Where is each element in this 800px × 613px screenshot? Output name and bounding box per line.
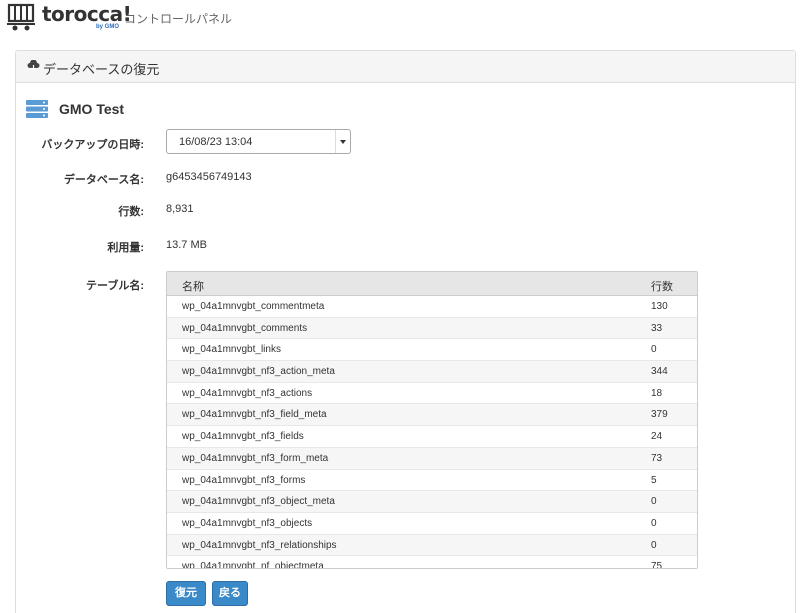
column-header-count: 行数 bbox=[651, 281, 673, 293]
table-count-cell: 75 bbox=[651, 561, 663, 569]
table-row: wp_04a1mnvgbt_comments 33 bbox=[167, 317, 697, 340]
table-count-cell: 24 bbox=[651, 431, 663, 443]
minecart-logo-icon bbox=[7, 3, 35, 31]
table-count-cell: 0 bbox=[651, 539, 657, 551]
usage-label: 利用量: bbox=[107, 242, 144, 254]
table-row: wp_04a1mnvgbt_nf3_object_meta 0 bbox=[167, 491, 697, 513]
table-count-cell: 379 bbox=[651, 409, 668, 421]
table-name-cell: wp_04a1mnvgbt_nf3_objects bbox=[182, 517, 313, 529]
select-arrow-button[interactable] bbox=[335, 130, 350, 153]
table-row: wp_04a1mnvgbt_nf3_fields 24 bbox=[167, 426, 697, 448]
table-row: wp_04a1mnvgbt_nf3_actions 18 bbox=[167, 383, 697, 405]
restore-panel: データベースの復元 GMO Test バックアップの日時: 16/08/23 1… bbox=[15, 50, 796, 613]
usage-value: 13.7 MB bbox=[166, 239, 207, 251]
restore-button[interactable]: 復元 bbox=[166, 581, 206, 606]
table-name-cell: wp_04a1mnvgbt_nf3_forms bbox=[182, 474, 306, 486]
table-name-label: テーブル名: bbox=[85, 280, 144, 292]
table-row: wp_04a1mnvgbt_nf3_relationships 0 bbox=[167, 534, 697, 557]
table-count-cell: 130 bbox=[651, 301, 668, 312]
table-count-cell: 0 bbox=[651, 517, 657, 529]
table-header: 名称 行数 bbox=[167, 272, 697, 296]
table-count-cell: 18 bbox=[651, 387, 663, 399]
column-header-name: 名称 bbox=[182, 281, 204, 293]
table-count-cell: 73 bbox=[651, 452, 663, 464]
row-count-label: 行数: bbox=[118, 206, 144, 218]
table-row: wp_04a1mnvgbt_nf3_form_meta 73 bbox=[167, 447, 697, 470]
table-name-cell: wp_04a1mnvgbt_nf3_form_meta bbox=[182, 452, 329, 464]
table-name-cell: wp_04a1mnvgbt_nf3_actions bbox=[182, 387, 313, 399]
table-row: wp_04a1mnvgbt_nf3_action_meta 344 bbox=[167, 361, 697, 383]
table-name-cell: wp_04a1mnvgbt_commentmeta bbox=[182, 301, 325, 312]
chevron-down-icon bbox=[340, 140, 346, 144]
table-count-cell: 0 bbox=[651, 496, 657, 508]
panel-header: データベースの復元 bbox=[16, 51, 795, 83]
table-count-cell: 5 bbox=[651, 474, 657, 486]
tables-table[interactable]: 名称 行数 wp_04a1mnvgbt_commentmeta 130 wp_04… bbox=[166, 271, 698, 569]
table-row: wp_04a1mnvgbt_nf3_forms 5 bbox=[167, 470, 697, 492]
table-row: wp_04a1mnvgbt_nf3_objects 0 bbox=[167, 513, 697, 535]
backup-date-value: 16/08/23 13:04 bbox=[179, 136, 253, 148]
table-name-cell: wp_04a1mnvgbt_nf3_fields bbox=[182, 431, 304, 443]
panel-title: データベースの復元 bbox=[43, 62, 160, 77]
table-row: wp_04a1mnvgbt_nf3_field_meta 379 bbox=[167, 404, 697, 427]
database-title: GMO Test bbox=[59, 101, 125, 117]
top-bar: torocca! by GMO コントロールパネル bbox=[0, 0, 800, 36]
table-name-cell: wp_04a1mnvgbt_nf3_action_meta bbox=[182, 366, 335, 378]
table-row: wp_04a1mnvgbt_commentmeta 130 bbox=[167, 296, 697, 318]
logo-text: torocca! bbox=[42, 2, 132, 26]
table-name-cell: wp_04a1mnvgbt_comments bbox=[182, 322, 308, 334]
database-name-label: データベース名: bbox=[63, 174, 144, 186]
page-title: コントロールパネル bbox=[124, 12, 233, 26]
back-button[interactable]: 戻る bbox=[212, 581, 248, 606]
backup-date-label: バックアップの日時: bbox=[41, 139, 144, 151]
table-count-cell: 0 bbox=[651, 344, 657, 356]
table-name-cell: wp_04a1mnvgbt_nf_objectmeta bbox=[182, 561, 324, 569]
row-count-value: 8,931 bbox=[166, 203, 194, 215]
table-row: wp_04a1mnvgbt_nf_objectmeta 75 bbox=[167, 556, 697, 569]
cloud-download-icon bbox=[27, 60, 40, 71]
table-name-cell: wp_04a1mnvgbt_links bbox=[182, 344, 281, 356]
table-count-cell: 344 bbox=[651, 366, 668, 378]
table-count-cell: 33 bbox=[651, 322, 663, 334]
backup-date-select[interactable]: 16/08/23 13:04 bbox=[166, 129, 351, 154]
logo-sub: by GMO bbox=[96, 24, 120, 30]
content-area: データベースの復元 GMO Test バックアップの日時: 16/08/23 1… bbox=[0, 36, 800, 613]
table-row: wp_04a1mnvgbt_links 0 bbox=[167, 339, 697, 362]
table-body: wp_04a1mnvgbt_commentmeta 130 wp_04a1mnvg… bbox=[167, 296, 697, 569]
table-name-cell: wp_04a1mnvgbt_nf3_field_meta bbox=[182, 409, 327, 421]
database-name-value: g6453456749143 bbox=[166, 171, 252, 183]
table-name-cell: wp_04a1mnvgbt_nf3_object_meta bbox=[182, 496, 335, 508]
table-name-cell: wp_04a1mnvgbt_nf3_relationships bbox=[182, 539, 337, 551]
server-icon bbox=[26, 100, 48, 118]
